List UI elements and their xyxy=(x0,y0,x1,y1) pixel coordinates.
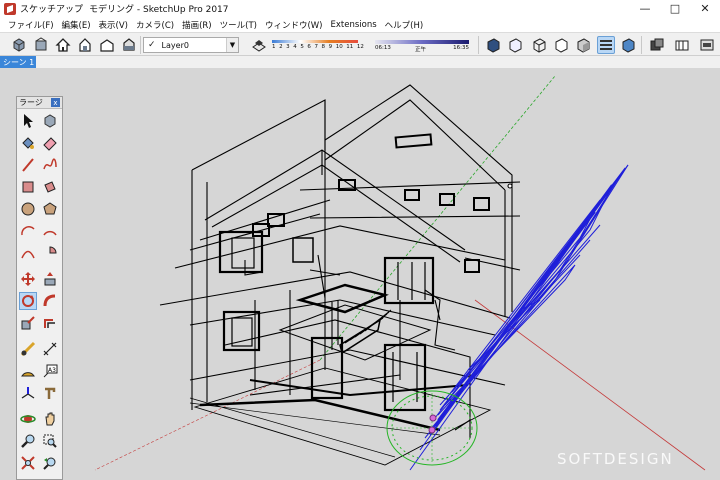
tape-measure-icon[interactable] xyxy=(19,340,37,358)
text-icon[interactable]: A3 xyxy=(41,362,59,380)
3d-text-icon[interactable] xyxy=(41,384,59,402)
three-point-arc-icon[interactable] xyxy=(19,244,37,262)
close-button[interactable]: ✕ xyxy=(690,0,720,17)
shadow-time-slider[interactable]: 06:13 正午 16:35 xyxy=(375,38,469,53)
rotate-point-marker xyxy=(429,414,437,422)
window-title-doc: モデリング - SketchUp Pro 2017 xyxy=(89,5,229,15)
warehouse-icon[interactable] xyxy=(32,36,50,54)
select-icon[interactable] xyxy=(19,112,37,130)
scene-tab[interactable]: シーン 1 xyxy=(0,56,36,68)
menu-help[interactable]: ヘルプ(H) xyxy=(381,19,428,31)
model-viewport[interactable]: SOFTDESIGN xyxy=(0,68,720,480)
selected-section-lines xyxy=(409,164,629,471)
time-end-label: 16:35 xyxy=(453,45,469,51)
shadow-date-slider[interactable]: 1 2 3 4 5 6 7 8 9 10 11 12 xyxy=(272,38,364,53)
time-slider-track xyxy=(375,40,469,44)
palette-header[interactable]: ラージ x xyxy=(17,97,62,109)
shaded-textures-style-icon[interactable] xyxy=(597,36,615,54)
zoom-icon[interactable] xyxy=(19,432,37,450)
menu-camera[interactable]: カメラ(C) xyxy=(132,19,178,31)
component-toolbar-icon[interactable] xyxy=(10,36,28,54)
current-layer-check-icon: ✓ xyxy=(148,40,156,50)
hidden-line-style-icon[interactable] xyxy=(552,36,570,54)
menu-draw[interactable]: 描画(R) xyxy=(178,19,216,31)
window-title-app: スケッチアップ xyxy=(20,5,84,15)
pan-icon[interactable] xyxy=(41,410,59,428)
menu-window[interactable]: ウィンドウ(W) xyxy=(261,19,327,31)
protractor-icon[interactable] xyxy=(19,362,37,380)
section-plane-icon[interactable] xyxy=(648,36,666,54)
back-edges-style-icon[interactable] xyxy=(506,36,524,54)
paint-bucket-icon[interactable] xyxy=(19,134,37,152)
house-wireframe-model xyxy=(94,75,706,471)
rotated-rectangle-icon[interactable] xyxy=(41,178,59,196)
large-tool-set-palette: ラージ x A3 xyxy=(16,96,63,480)
dimension-icon[interactable] xyxy=(41,340,59,358)
right-view-icon[interactable] xyxy=(98,36,116,54)
arc-icon[interactable] xyxy=(19,222,37,240)
component-icon[interactable] xyxy=(41,112,59,130)
palette-close-button[interactable]: x xyxy=(51,98,60,107)
axes-icon[interactable] xyxy=(19,384,37,402)
house-edges xyxy=(159,84,521,466)
toolbar-divider xyxy=(478,36,479,54)
shadow-slider-track xyxy=(272,40,358,43)
layer-value: Layer0 xyxy=(161,40,189,50)
toolbar-divider xyxy=(641,36,642,54)
offset-icon[interactable] xyxy=(41,314,59,332)
two-point-arc-icon[interactable] xyxy=(41,222,59,240)
section-fill-icon[interactable] xyxy=(698,36,716,54)
scale-icon[interactable] xyxy=(19,314,37,332)
shadow-toggle-icon[interactable] xyxy=(250,36,268,54)
menu-view[interactable]: 表示(V) xyxy=(95,19,132,31)
section-display-icon[interactable] xyxy=(673,36,691,54)
move-icon[interactable] xyxy=(19,270,37,288)
palette-title: ラージ xyxy=(19,98,43,107)
freehand-icon[interactable] xyxy=(41,156,59,174)
follow-me-icon[interactable] xyxy=(41,292,59,310)
chevron-down-icon[interactable]: ▼ xyxy=(226,38,238,52)
menu-extensions[interactable]: Extensions xyxy=(327,20,381,30)
maximize-button[interactable]: □ xyxy=(660,0,690,17)
minimize-button[interactable]: — xyxy=(630,0,660,17)
push-pull-icon[interactable] xyxy=(41,270,59,288)
menu-edit[interactable]: 編集(E) xyxy=(58,19,95,31)
time-start-label: 06:13 xyxy=(375,45,391,51)
softdesign-watermark: SOFTDESIGN xyxy=(557,450,674,468)
rectangle-icon[interactable] xyxy=(19,178,37,196)
eraser-icon[interactable] xyxy=(41,134,59,152)
text-tool-glyph: A3 xyxy=(48,367,56,374)
menu-file[interactable]: ファイル(F) xyxy=(4,19,58,31)
scene-tab-bar: シーン 1 xyxy=(0,56,720,68)
front-view-icon[interactable] xyxy=(76,36,94,54)
title-bar: スケッチアップ モデリング - SketchUp Pro 2017 — □ ✕ xyxy=(0,0,720,17)
rotate-icon[interactable] xyxy=(19,292,37,310)
pie-icon[interactable] xyxy=(41,244,59,262)
wireframe-style-icon[interactable] xyxy=(530,36,548,54)
xray-style-icon[interactable] xyxy=(484,36,502,54)
home-view-icon[interactable] xyxy=(54,36,72,54)
line-icon[interactable] xyxy=(19,156,37,174)
menu-bar: ファイル(F) 編集(E) 表示(V) カメラ(C) 描画(R) ツール(T) … xyxy=(0,17,720,32)
orbit-icon[interactable] xyxy=(19,410,37,428)
time-noon-label: 正午 xyxy=(415,47,427,53)
layer-dropdown[interactable]: ✓ Layer0 ▼ xyxy=(143,37,239,53)
previous-view-icon[interactable] xyxy=(41,454,59,472)
circle-icon[interactable] xyxy=(19,200,37,218)
rotate-point-marker xyxy=(428,426,436,434)
sketchup-app-icon xyxy=(4,2,16,15)
zoom-extents-icon[interactable] xyxy=(19,454,37,472)
polygon-icon[interactable] xyxy=(41,200,59,218)
toolbar-divider xyxy=(140,36,141,54)
shadow-slider-scale: 1 2 3 4 5 6 7 8 9 10 11 12 xyxy=(272,44,364,50)
monochrome-style-icon[interactable] xyxy=(619,36,637,54)
menu-tools[interactable]: ツール(T) xyxy=(216,19,261,31)
main-toolbar: ✓ Layer0 ▼ 1 2 3 4 5 6 7 8 9 10 11 12 06… xyxy=(0,32,720,56)
zoom-window-icon[interactable] xyxy=(41,432,59,450)
back-view-icon[interactable] xyxy=(120,36,138,54)
shaded-style-icon[interactable] xyxy=(574,36,592,54)
